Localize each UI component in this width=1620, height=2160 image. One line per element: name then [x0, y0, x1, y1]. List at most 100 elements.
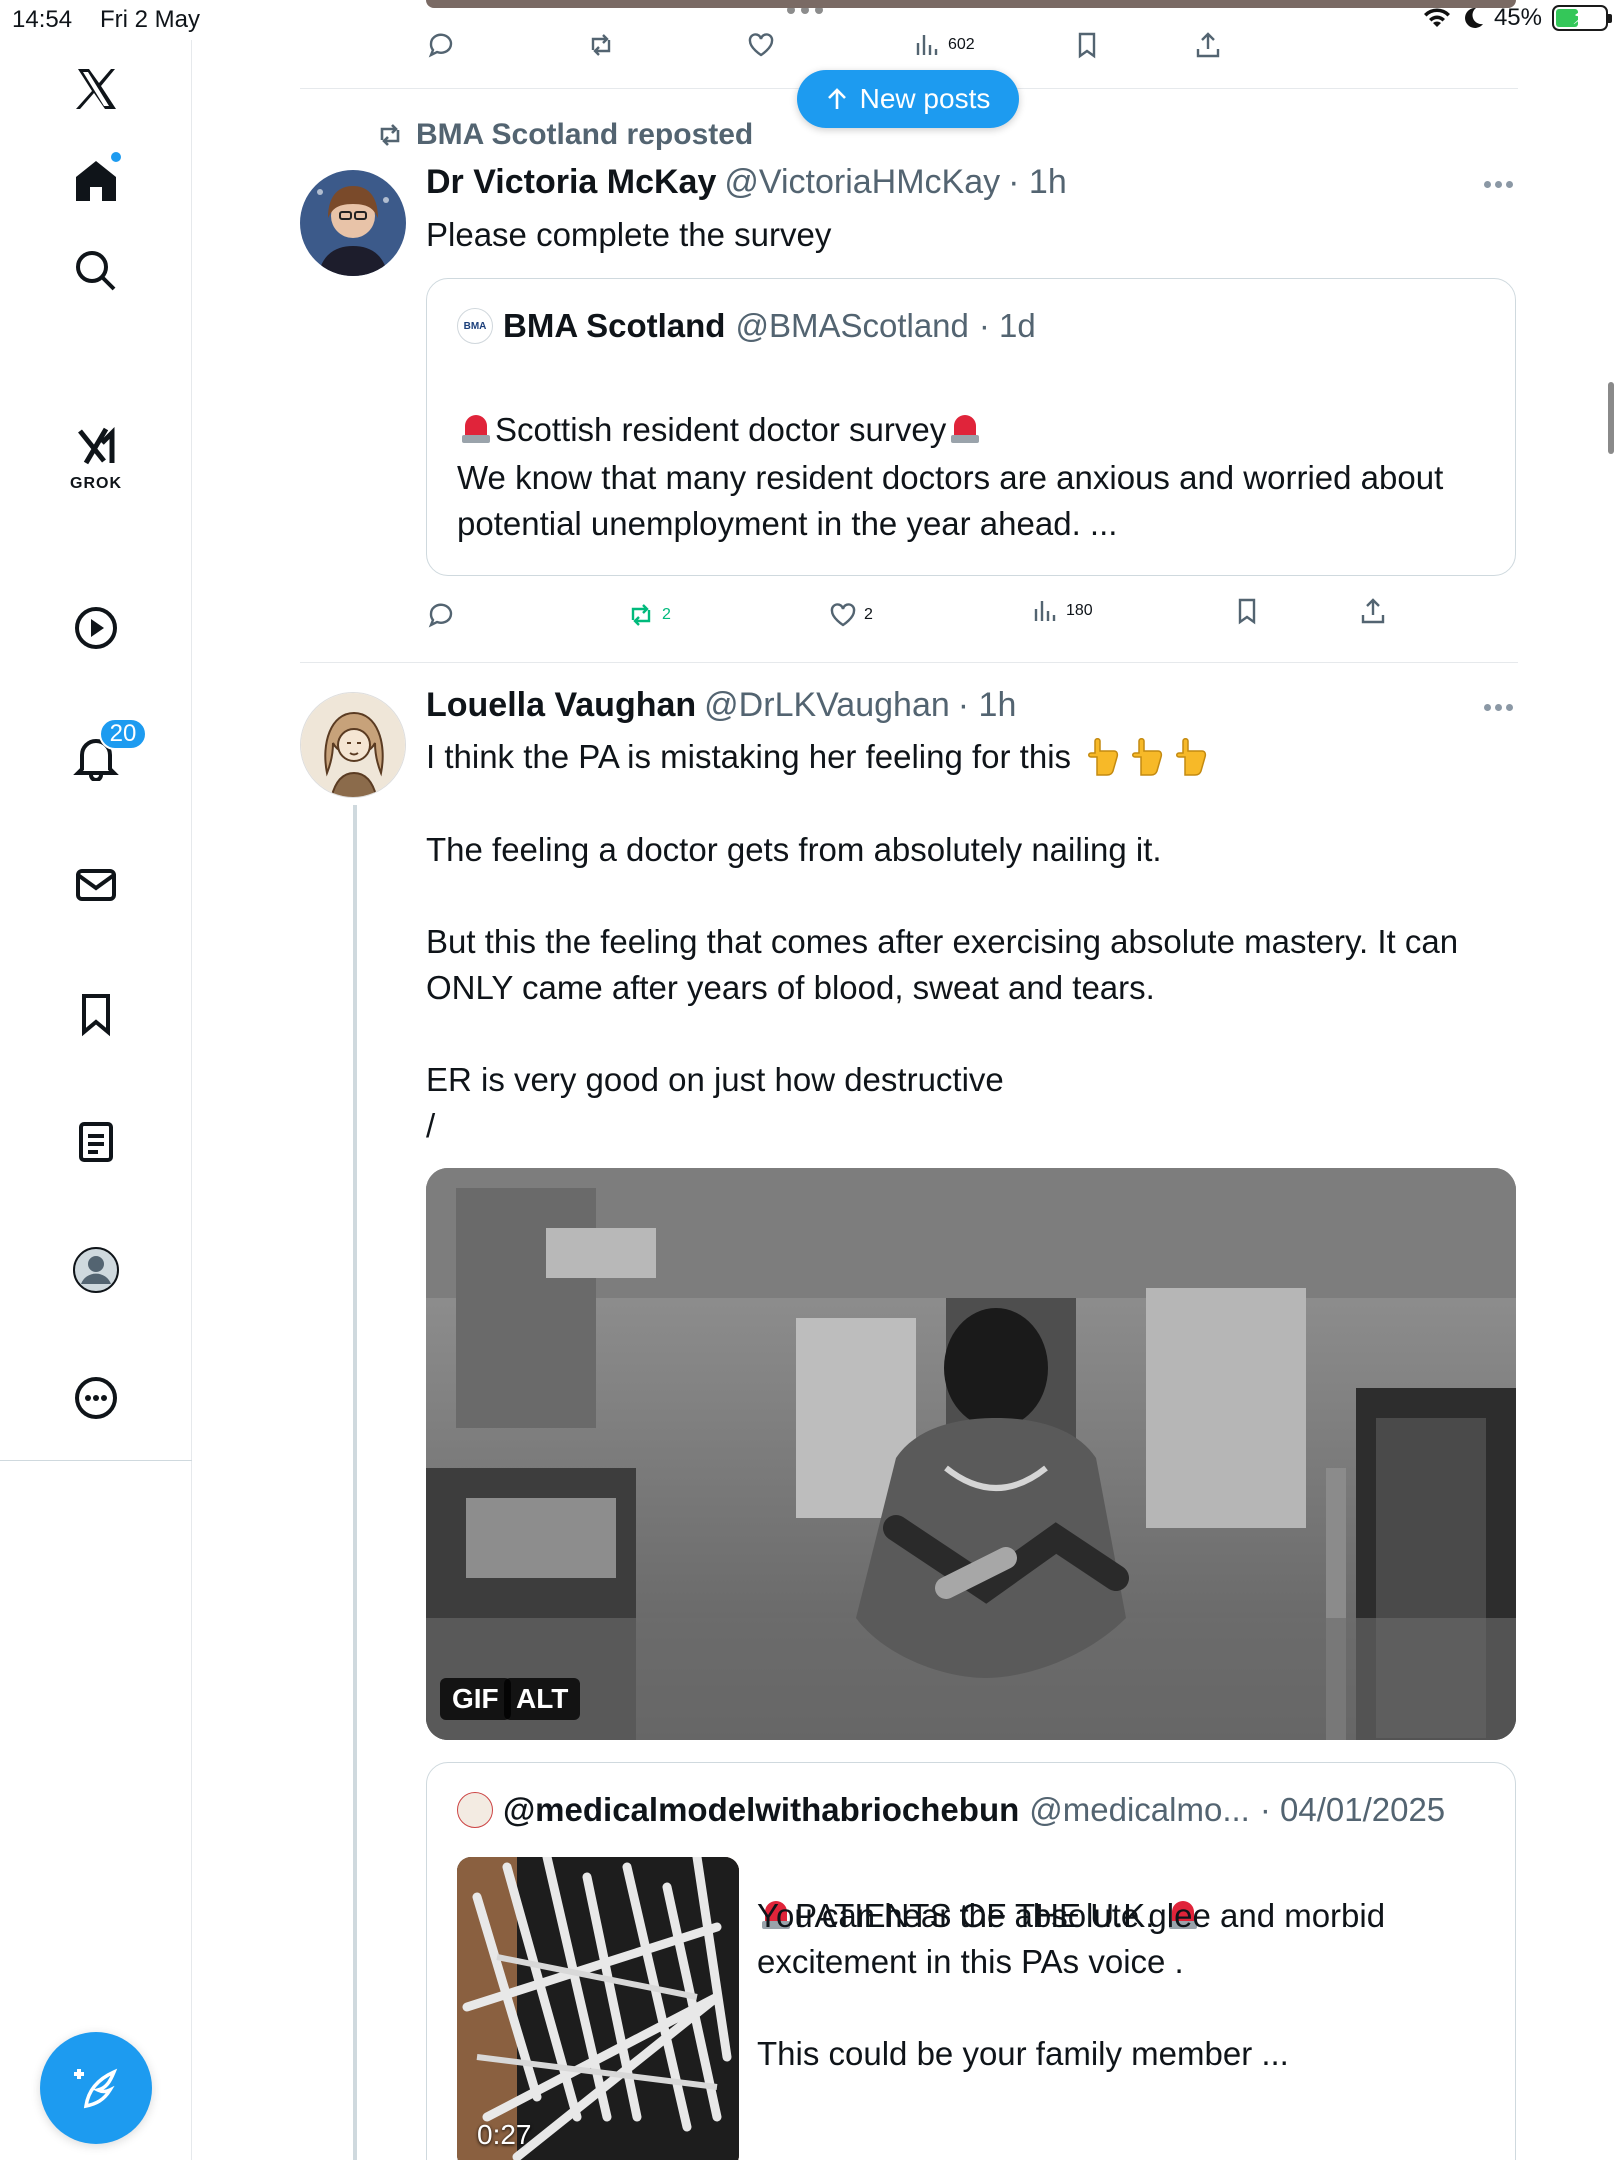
- timeline: 602 New posts BMA Scotland reposted Dr V…: [300, 0, 1518, 2160]
- quote-header: @medicalmodelwithabriochebun @medicalmo.…: [457, 1791, 1445, 1829]
- quote-body: We know that many resident doctors are a…: [457, 459, 1444, 542]
- bookmarks-icon[interactable]: [55, 973, 137, 1055]
- quote-avatar: [457, 1792, 493, 1828]
- post-text-body: The feeling a doctor gets from absolutel…: [426, 781, 1516, 1149]
- profile-icon[interactable]: [55, 1229, 137, 1311]
- post-text-rest: The feeling a doctor gets from absolutel…: [426, 831, 1459, 1144]
- like-count: 2: [864, 606, 873, 623]
- reply-button[interactable]: [426, 30, 456, 60]
- author-handle[interactable]: @VictoriaHMcKay: [724, 163, 1000, 202]
- repost-button[interactable]: 2: [626, 600, 671, 630]
- quote-header: BMA BMA Scotland @BMAScotland · 1d: [457, 307, 1036, 345]
- views-icon: [916, 35, 938, 55]
- arrow-up-icon: [827, 88, 846, 109]
- video-duration: 0:27: [477, 2119, 532, 2150]
- new-posts-button[interactable]: New posts: [797, 70, 1019, 128]
- author-name[interactable]: Dr Victoria McKay: [426, 163, 716, 202]
- messages-icon[interactable]: [55, 844, 137, 926]
- new-posts-label: New posts: [859, 83, 991, 114]
- video-thumbnail-image: [457, 1857, 739, 2160]
- quote-title-text: Scottish resident doctor survey: [495, 411, 947, 448]
- x-logo-icon[interactable]: [55, 48, 137, 130]
- post-text-first-line: I think the PA is mistaking her feeling …: [426, 734, 1207, 780]
- author-handle[interactable]: @DrLKVaughan: [704, 686, 950, 725]
- views-icon: [1034, 601, 1056, 621]
- like-button[interactable]: 2: [828, 600, 873, 630]
- post-more-button[interactable]: [1478, 174, 1518, 194]
- search-icon[interactable]: [55, 230, 137, 312]
- gif-frame-image: [426, 1168, 1516, 1740]
- scroll-indicator[interactable]: [1608, 382, 1614, 454]
- compose-post-icon: [74, 2068, 118, 2109]
- quote-title: Scottish resident doctor survey: [457, 361, 984, 453]
- sidebar-divider: [0, 1460, 192, 1461]
- reply-button[interactable]: [426, 600, 456, 630]
- thread-connector: [353, 805, 357, 2160]
- repost-count: 2: [662, 606, 671, 623]
- post-more-button[interactable]: [1478, 697, 1518, 717]
- quote-video-thumbnail[interactable]: 0:27: [457, 1857, 739, 2160]
- quote-author-handle: @BMAScotland: [735, 307, 969, 344]
- grok-icon[interactable]: GROK: [55, 413, 137, 495]
- quoted-post[interactable]: BMA BMA Scotland @BMAScotland · 1d Scott…: [426, 278, 1516, 576]
- post-header: Louella Vaughan @DrLKVaughan · 1h: [426, 686, 1016, 725]
- post-header: Dr Victoria McKay @VictoriaHMcKay · 1h: [426, 163, 1067, 202]
- bookmark-button[interactable]: [1072, 30, 1102, 60]
- pointing-down-emoji-icon: [1085, 737, 1207, 777]
- bookmark-icon: [1238, 598, 1256, 625]
- bookmark-icon: [1078, 32, 1096, 59]
- repost-attribution: BMA Scotland reposted: [374, 118, 753, 152]
- bookmark-button[interactable]: [1232, 596, 1262, 626]
- share-button[interactable]: [1193, 30, 1223, 60]
- video-icon[interactable]: [55, 587, 137, 669]
- grok-label: GROK: [70, 475, 122, 492]
- lists-icon[interactable]: [55, 1101, 137, 1183]
- previous-post-media-edge: [426, 0, 1516, 8]
- avatar[interactable]: [300, 170, 406, 276]
- post-time[interactable]: · 1h: [1008, 163, 1067, 202]
- reposted-by-label: BMA Scotland reposted: [416, 118, 754, 151]
- repost-button[interactable]: [586, 30, 616, 60]
- author-name[interactable]: Louella Vaughan: [426, 686, 696, 725]
- gif-badge: GIF: [440, 1678, 511, 1720]
- post-divider: [300, 662, 1518, 663]
- views-button[interactable]: 180: [1030, 596, 1093, 626]
- share-icon: [1361, 598, 1385, 624]
- heart-icon: [830, 603, 856, 627]
- views-button[interactable]: 602: [912, 30, 975, 60]
- repost-icon: [380, 124, 400, 146]
- status-date: Fri 2 May: [100, 6, 201, 33]
- quote-author-handle: @medicalmo...: [1029, 1791, 1250, 1828]
- post-text: Please complete the survey: [426, 216, 832, 253]
- views-count: 180: [1066, 602, 1093, 619]
- notifications-badge: 20: [99, 718, 147, 750]
- views-count: 602: [948, 36, 975, 53]
- siren-emoji-icon: [950, 411, 980, 445]
- heart-icon: [748, 33, 774, 57]
- quote-author-name: @medicalmodelwithabriochebun: [503, 1791, 1020, 1828]
- repost-icon: [631, 604, 651, 626]
- notifications-icon[interactable]: 20: [55, 716, 147, 798]
- post-time[interactable]: · 1h: [958, 686, 1017, 725]
- alt-text-button[interactable]: ALT: [504, 1678, 581, 1720]
- siren-emoji-icon: [461, 411, 491, 445]
- home-icon[interactable]: [55, 140, 137, 222]
- status-time: 14:54: [12, 6, 73, 33]
- quote-avatar: BMA: [457, 308, 493, 344]
- quote-author-name: BMA Scotland: [503, 307, 726, 344]
- share-button[interactable]: [1358, 596, 1388, 626]
- compose-post-button[interactable]: [40, 2032, 152, 2144]
- home-unread-dot: [109, 150, 123, 164]
- reply-icon: [428, 33, 453, 58]
- more-icon[interactable]: [55, 1357, 137, 1439]
- repost-icon: [591, 34, 611, 56]
- like-button[interactable]: [746, 30, 776, 60]
- quoted-post[interactable]: @medicalmodelwithabriochebun @medicalmo.…: [426, 1762, 1516, 2160]
- post-gif[interactable]: GIF ALT: [426, 1168, 1516, 1740]
- post-text-line1: I think the PA is mistaking her feeling …: [426, 738, 1072, 775]
- quote-time: · 1d: [978, 307, 1036, 344]
- quote-body: You can hear the absolute glee and morbi…: [757, 1897, 1386, 2072]
- sidebar: GROK 20: [0, 40, 192, 2160]
- battery-icon: ⚡: [1552, 4, 1612, 31]
- avatar[interactable]: [300, 692, 406, 798]
